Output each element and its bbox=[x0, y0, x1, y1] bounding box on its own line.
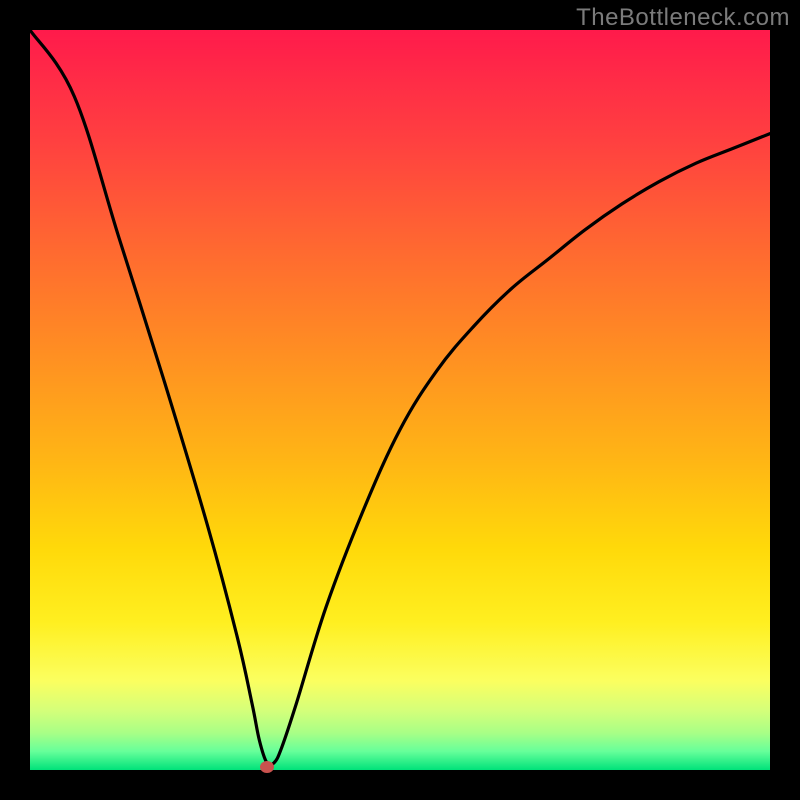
curve-svg bbox=[30, 30, 770, 770]
bottleneck-curve bbox=[30, 30, 770, 765]
watermark-text: TheBottleneck.com bbox=[576, 4, 790, 32]
plot-area bbox=[30, 30, 770, 770]
chart-container: TheBottleneck.com bbox=[0, 0, 800, 800]
optimal-point-dot bbox=[260, 761, 274, 773]
